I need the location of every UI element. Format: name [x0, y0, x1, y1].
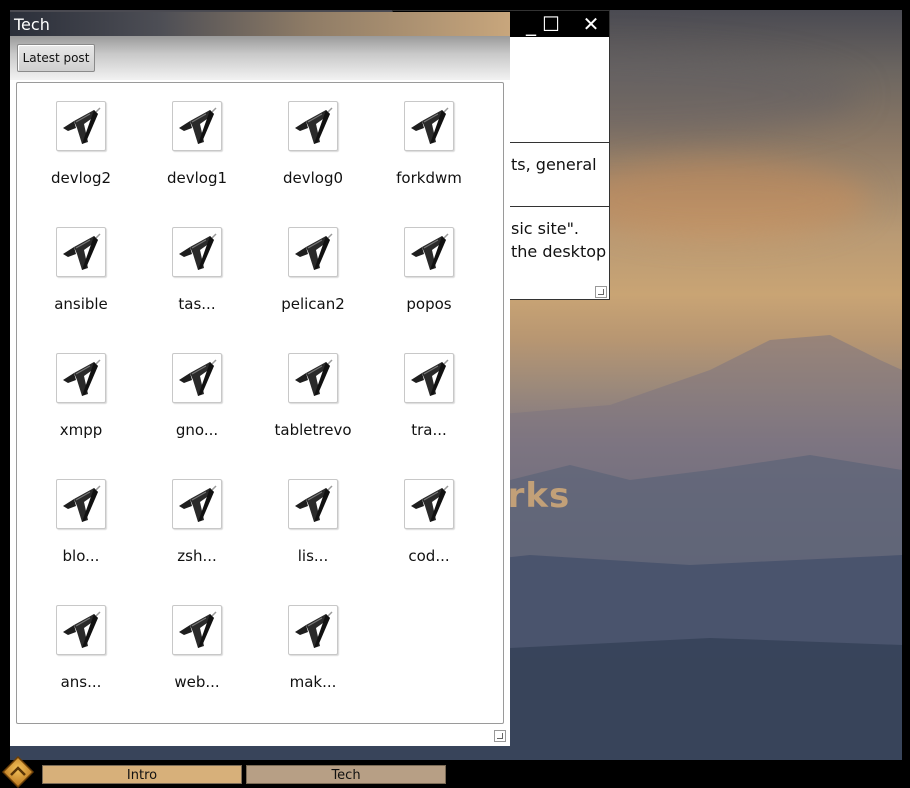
document-icon[interactable]: [56, 227, 106, 277]
document-icon[interactable]: [404, 227, 454, 277]
taskbar-button-intro[interactable]: Intro: [42, 765, 242, 784]
document-icon[interactable]: [404, 101, 454, 151]
post-item[interactable]: devlog2: [23, 83, 139, 209]
post-item-label: cod...: [408, 547, 450, 565]
post-item-label: tas...: [178, 295, 216, 313]
document-icon[interactable]: [288, 227, 338, 277]
post-item-label: gno...: [175, 421, 219, 439]
post-item[interactable]: xmpp: [23, 335, 139, 461]
latest-post-button[interactable]: Latest post: [17, 44, 95, 72]
post-item[interactable]: popos: [371, 209, 487, 335]
post-item[interactable]: tas...: [139, 209, 255, 335]
post-item-label: zsh...: [177, 547, 217, 565]
tech-window-resize-grip[interactable]: [494, 730, 506, 742]
document-icon[interactable]: [172, 227, 222, 277]
post-item[interactable]: ansible: [23, 209, 139, 335]
post-item-label: ans...: [60, 673, 102, 691]
post-item-label: devlog1: [166, 169, 228, 187]
taskbar-button-tech[interactable]: Tech: [246, 765, 446, 784]
post-item-label: web...: [174, 673, 220, 691]
post-item-label: blo...: [62, 547, 100, 565]
background-resize-grip[interactable]: [595, 286, 607, 298]
document-icon[interactable]: [404, 479, 454, 529]
post-item-label: xmpp: [59, 421, 103, 439]
background-maximize-button-2[interactable]: ☐: [531, 13, 571, 35]
tech-window[interactable]: Tech Latest post devlog2 devlog1 devlog0 fo…: [10, 12, 510, 746]
post-item[interactable]: pelican2: [255, 209, 371, 335]
post-item[interactable]: tabletrevo: [255, 335, 371, 461]
document-icon[interactable]: [56, 101, 106, 151]
post-icon-grid: devlog2 devlog1 devlog0 forkdwm ansible tas..…: [23, 83, 499, 713]
document-icon[interactable]: [56, 605, 106, 655]
background-close-button-2[interactable]: ✕: [571, 13, 611, 35]
post-item-label: lis...: [297, 547, 329, 565]
document-icon[interactable]: [288, 101, 338, 151]
start-menu-icon[interactable]: [1, 755, 35, 788]
post-item[interactable]: cod...: [371, 461, 487, 587]
window-title: Tech: [14, 15, 50, 34]
post-item[interactable]: ans...: [23, 587, 139, 713]
background-text-line: sic site".: [511, 219, 580, 238]
post-item[interactable]: mak...: [255, 587, 371, 713]
post-item[interactable]: devlog0: [255, 83, 371, 209]
post-item-label: tabletrevo: [274, 421, 352, 439]
post-item[interactable]: devlog1: [139, 83, 255, 209]
post-item-label: mak...: [289, 673, 337, 691]
post-icon-grid-panel: devlog2 devlog1 devlog0 forkdwm ansible tas..…: [16, 82, 504, 724]
document-icon[interactable]: [288, 605, 338, 655]
document-icon[interactable]: [404, 353, 454, 403]
post-item-label: ansible: [54, 295, 108, 313]
document-icon[interactable]: [172, 101, 222, 151]
post-item[interactable]: lis...: [255, 461, 371, 587]
post-item[interactable]: web...: [139, 587, 255, 713]
document-icon[interactable]: [56, 479, 106, 529]
background-text-line: ts, general: [511, 155, 597, 174]
background-text-line: the desktop: [511, 242, 607, 261]
post-item-label: tra...: [411, 421, 447, 439]
document-icon[interactable]: [288, 353, 338, 403]
post-item-label: pelican2: [281, 295, 345, 313]
post-item[interactable]: zsh...: [139, 461, 255, 587]
document-icon[interactable]: [172, 479, 222, 529]
post-item[interactable]: gno...: [139, 335, 255, 461]
document-icon[interactable]: [172, 353, 222, 403]
document-icon[interactable]: [172, 605, 222, 655]
post-item-label: devlog2: [50, 169, 112, 187]
document-icon[interactable]: [288, 479, 338, 529]
post-item-label: devlog0: [282, 169, 344, 187]
post-item[interactable]: tra...: [371, 335, 487, 461]
post-item[interactable]: blo...: [23, 461, 139, 587]
tech-window-titlebar[interactable]: Tech: [10, 12, 510, 36]
post-item-label: forkdwm: [396, 169, 462, 187]
post-item[interactable]: forkdwm: [371, 83, 487, 209]
document-icon[interactable]: [56, 353, 106, 403]
post-item-label: popos: [406, 295, 452, 313]
